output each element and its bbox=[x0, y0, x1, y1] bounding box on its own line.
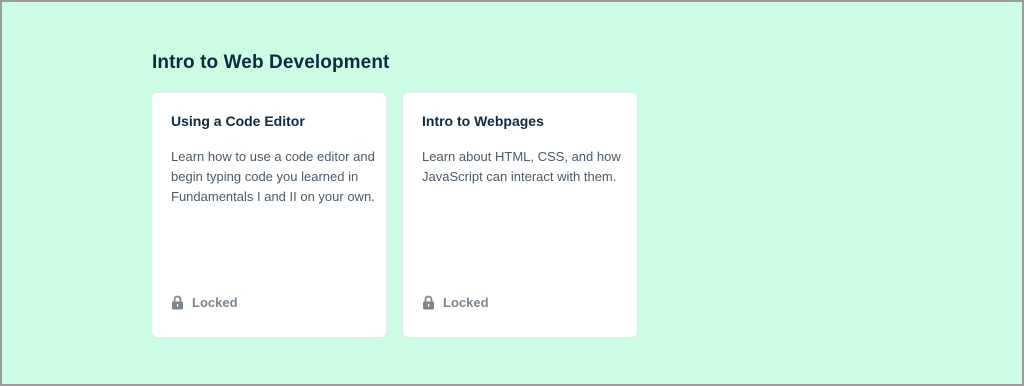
lock-icon bbox=[171, 295, 184, 310]
card-description: Learn about HTML, CSS, and how JavaScrip… bbox=[422, 149, 621, 184]
page-frame: Intro to Web Development Using a Code Ed… bbox=[0, 0, 1024, 386]
card-description: Learn how to use a code editor and begin… bbox=[171, 149, 375, 204]
card-status-label: Locked bbox=[443, 295, 489, 310]
lesson-card-using-a-code-editor[interactable]: Using a Code Editor Learn how to use a c… bbox=[151, 92, 387, 338]
card-status: Locked bbox=[171, 295, 238, 310]
card-title: Intro to Webpages bbox=[422, 113, 544, 129]
card-status: Locked bbox=[422, 295, 489, 310]
card-title: Using a Code Editor bbox=[171, 113, 305, 129]
lesson-card-list: Using a Code Editor Learn how to use a c… bbox=[151, 92, 638, 338]
section-title: Intro to Web Development bbox=[152, 52, 390, 73]
lesson-card-intro-to-webpages[interactable]: Intro to Webpages Learn about HTML, CSS,… bbox=[402, 92, 638, 338]
lock-icon bbox=[422, 295, 435, 310]
card-status-label: Locked bbox=[192, 295, 238, 310]
